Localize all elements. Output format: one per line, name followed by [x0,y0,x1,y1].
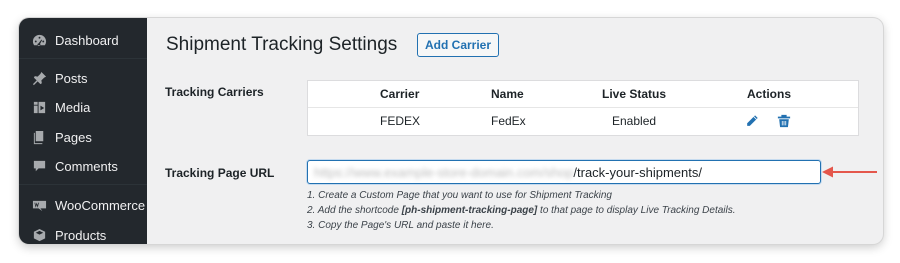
help-step-2-suffix: to that page to display Live Tracking De… [537,205,736,216]
carrier-name-cell: FedEx [491,114,526,128]
pages-icon [31,129,47,145]
table-header-row: Carrier Name Live Status Actions [308,81,858,108]
blurred-url-prefix: https://www.example-store-domain.com/sho… [314,164,574,180]
media-icon [31,99,47,115]
sidebar-item-label: Dashboard [55,32,119,48]
add-carrier-button[interactable]: Add Carrier [417,33,500,57]
table-row: FEDEX FedEx Enabled [308,108,858,135]
comments-icon [31,158,47,174]
help-step-2-prefix: 2. Add the shortcode [307,205,402,216]
url-visible-suffix: /track-your-shipments/ [573,164,702,180]
carrier-code-cell: FEDEX [380,114,421,128]
sidebar-item-comments[interactable]: Comments [19,153,147,179]
carriers-table: Carrier Name Live Status Actions FEDEX F… [307,80,859,136]
sidebar-item-pages[interactable]: Pages [19,124,147,150]
help-step-2: 2. Add the shortcode [ph-shipment-tracki… [307,205,736,216]
column-header-name: Name [491,87,524,101]
shortcode-text: [ph-shipment-tracking-page] [401,205,538,216]
sidebar-item-media[interactable]: Media [19,94,147,120]
help-step-1: 1. Create a Custom Page that you want to… [307,190,612,201]
tracking-page-url-input[interactable]: https://www.example-store-domain.com/sho… [307,160,821,184]
sidebar-item-products[interactable]: Products [19,222,147,244]
woocommerce-icon [31,197,47,213]
sidebar-item-woocommerce[interactable]: WooCommerce [19,192,147,218]
pointer-arrow-icon [822,166,877,178]
tracking-carriers-label: Tracking Carriers [165,85,264,99]
sidebar-item-label: Media [55,99,91,115]
pin-icon [31,70,47,86]
admin-sidebar: Dashboard Posts Media Pages Comments Woo… [19,18,147,244]
sidebar-item-dashboard[interactable]: Dashboard [19,27,147,53]
sidebar-item-label: Posts [55,70,88,86]
column-header-actions: Actions [747,87,792,101]
actions-cell [745,108,791,134]
products-icon [31,227,47,243]
sidebar-item-label: Pages [55,129,92,145]
sidebar-separator [19,184,147,185]
app-window: Dashboard Posts Media Pages Comments Woo… [19,18,883,244]
sidebar-item-posts[interactable]: Posts [19,65,147,91]
column-header-carrier: Carrier [380,87,420,101]
live-status-cell: Enabled [612,114,657,128]
tracking-page-url-label: Tracking Page URL [165,166,275,180]
dashboard-icon [31,32,47,48]
column-header-live-status: Live Status [602,87,667,101]
help-step-3: 3. Copy the Page's URL and paste it here… [307,220,494,231]
sidebar-separator [19,58,147,59]
edit-pencil-icon[interactable] [745,114,759,128]
page-title: Shipment Tracking Settings [166,34,398,55]
settings-content: Shipment Tracking Settings Add Carrier T… [147,18,883,244]
sidebar-item-label: Products [55,227,107,243]
sidebar-item-label: WooCommerce [55,197,146,213]
sidebar-item-label: Comments [55,158,118,174]
delete-trash-icon[interactable] [777,114,791,128]
